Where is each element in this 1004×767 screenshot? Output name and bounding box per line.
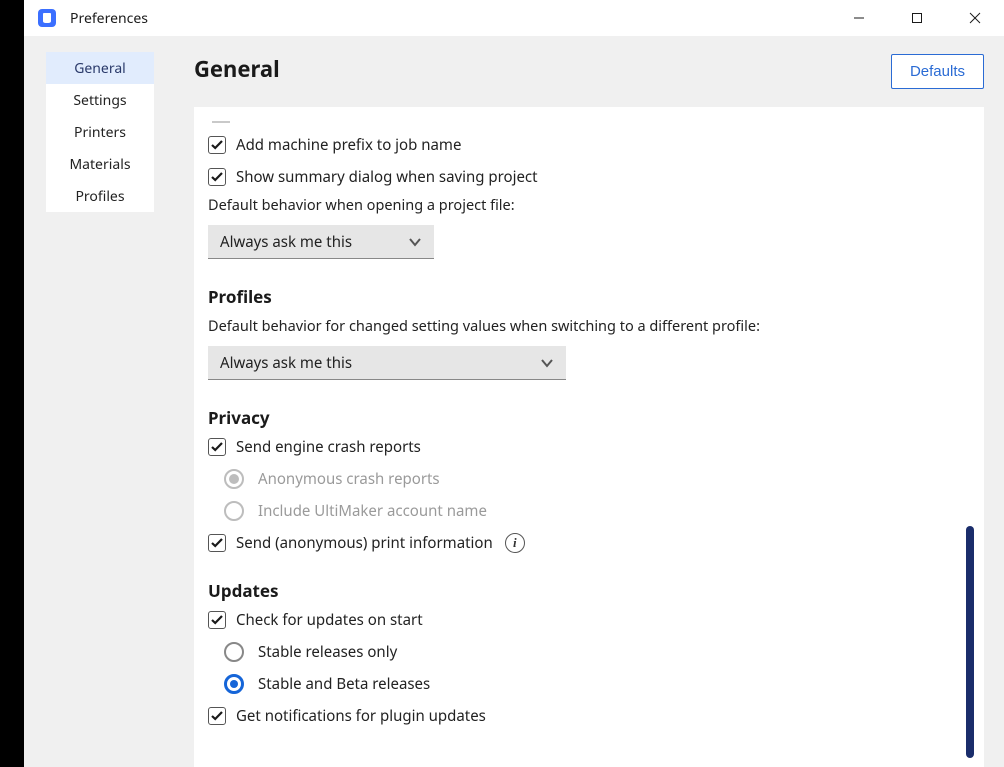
chevron-down-icon [408, 237, 422, 247]
stable-only-label: Stable releases only [258, 642, 397, 662]
show-summary-label: Show summary dialog when saving project [236, 167, 538, 187]
add-prefix-checkbox[interactable] [208, 136, 226, 154]
chevron-down-icon [540, 358, 554, 368]
plugin-updates-label: Get notifications for plugin updates [236, 706, 486, 726]
crash-reports-label: Send engine crash reports [236, 437, 421, 457]
sidebar-nav: General Settings Printers Materials Prof… [46, 52, 154, 212]
open-behavior-helper: Default behavior when opening a project … [208, 195, 968, 215]
main-header: General Defaults [194, 54, 984, 89]
plugin-updates-checkbox[interactable] [208, 707, 226, 725]
window-title: Preferences [70, 9, 148, 28]
updates-section-title: Updates [208, 579, 968, 602]
privacy-section-title: Privacy [208, 406, 968, 429]
maximize-button[interactable] [888, 0, 946, 36]
sidebar-item-materials[interactable]: Materials [46, 148, 154, 180]
print-info-label: Send (anonymous) print information [236, 533, 493, 553]
check-updates-label: Check for updates on start [236, 610, 423, 630]
sidebar-item-printers[interactable]: Printers [46, 116, 154, 148]
sidebar-item-profiles[interactable]: Profiles [46, 180, 154, 212]
info-icon[interactable]: i [505, 533, 525, 553]
close-button[interactable] [946, 0, 1004, 36]
profiles-switch-dropdown[interactable]: Always ask me this [208, 346, 566, 380]
profiles-switch-helper: Default behavior for changed setting val… [208, 316, 968, 336]
window-controls [830, 0, 1004, 36]
open-behavior-value: Always ask me this [220, 232, 352, 252]
open-behavior-dropdown[interactable]: Always ask me this [208, 225, 434, 259]
app-chrome-left [0, 0, 24, 767]
show-summary-checkbox[interactable] [208, 168, 226, 186]
anon-crash-radio [224, 469, 244, 489]
minimize-button[interactable] [830, 0, 888, 36]
stable-beta-label: Stable and Beta releases [258, 674, 430, 694]
sidebar-item-settings[interactable]: Settings [46, 84, 154, 116]
titlebar: Preferences [24, 0, 1004, 36]
include-account-radio [224, 501, 244, 521]
anon-crash-label: Anonymous crash reports [258, 469, 440, 489]
sidebar: General Settings Printers Materials Prof… [24, 36, 154, 767]
crash-reports-checkbox[interactable] [208, 438, 226, 456]
add-prefix-label: Add machine prefix to job name [236, 135, 461, 155]
panel-divider [212, 121, 230, 123]
sidebar-item-general[interactable]: General [46, 52, 154, 84]
stable-only-radio[interactable] [224, 642, 244, 662]
page-title: General [194, 54, 280, 84]
settings-panel: Add machine prefix to job name Show summ… [194, 107, 984, 767]
scrollbar-thumb[interactable] [966, 526, 974, 758]
check-updates-checkbox[interactable] [208, 611, 226, 629]
profiles-switch-value: Always ask me this [220, 353, 352, 373]
profiles-section-title: Profiles [208, 285, 968, 308]
app-icon [38, 9, 56, 27]
defaults-button[interactable]: Defaults [891, 54, 984, 89]
stable-beta-radio[interactable] [224, 674, 244, 694]
content-area: General Settings Printers Materials Prof… [24, 36, 1004, 767]
include-account-label: Include UltiMaker account name [258, 501, 487, 521]
print-info-checkbox[interactable] [208, 534, 226, 552]
main: General Defaults Add machine prefix to j… [154, 36, 1004, 767]
